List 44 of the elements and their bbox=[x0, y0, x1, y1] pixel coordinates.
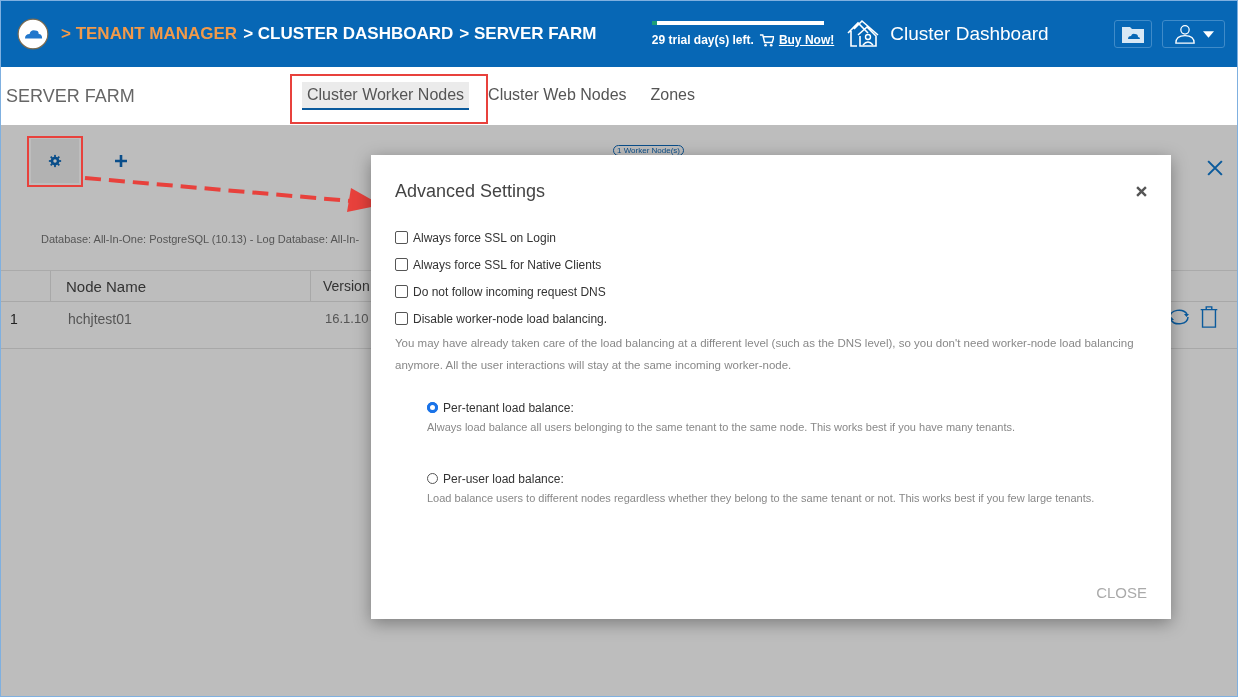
plus-icon bbox=[114, 154, 128, 168]
row-number: 1 bbox=[9, 310, 19, 327]
tab[interactable]: Zones bbox=[645, 82, 700, 110]
option-label: Per-user load balance: bbox=[443, 471, 564, 486]
dialog-title: Advanced Settings bbox=[395, 181, 546, 202]
radio-button[interactable] bbox=[427, 402, 438, 413]
checkbox[interactable] bbox=[395, 312, 408, 325]
buy-now-link[interactable]: Buy Now! bbox=[778, 33, 835, 47]
checkbox[interactable] bbox=[395, 231, 408, 244]
option-label: Always force SSL for Native Clients bbox=[413, 257, 602, 272]
cart-icon bbox=[758, 32, 774, 48]
option-label: Always force SSL on Login bbox=[413, 230, 556, 245]
checkbox[interactable] bbox=[395, 285, 408, 298]
option-description: Load balance users to different nodes regardless whether they belong to the same tenant or not. This works best if you few large tenants. bbox=[427, 492, 1096, 504]
option-description: Always load balance all users belonging to the same tenant to the same node. This works best if you have many tenants. bbox=[427, 421, 1017, 433]
table-cell-text: 16.1.10 bbox=[324, 310, 369, 326]
cloud-folder-button[interactable] bbox=[1114, 20, 1152, 48]
tab[interactable]: Cluster Web Nodes bbox=[483, 82, 632, 110]
option-label: Disable worker-node load balancing. bbox=[413, 311, 608, 326]
highlight-frame bbox=[27, 136, 83, 187]
cloud-logo-icon[interactable] bbox=[17, 18, 49, 50]
app-title: Cluster Dashboard bbox=[890, 23, 1049, 45]
table-cell-text: hchjtest01 bbox=[67, 310, 133, 327]
caret-icon bbox=[1203, 30, 1214, 38]
houses-icon bbox=[846, 19, 881, 49]
settings-icon bbox=[48, 154, 62, 168]
column-header: Node Name bbox=[50, 271, 310, 301]
trial-days-text: 29 trial day(s) left. bbox=[651, 33, 754, 47]
folder-cloud-icon bbox=[1121, 24, 1145, 44]
tab[interactable]: Cluster Worker Nodes bbox=[302, 82, 470, 110]
checkbox[interactable] bbox=[395, 258, 408, 271]
database-info-text: Database: All-In-One: PostgreSQL (10.13) - Log Database: All-In- bbox=[41, 233, 360, 245]
user-menu-button[interactable] bbox=[1162, 20, 1225, 48]
close-icon[interactable] bbox=[1136, 186, 1147, 197]
close-icon[interactable] bbox=[1207, 160, 1223, 176]
page-title: SERVER FARM bbox=[6, 85, 136, 107]
option-label: Do not follow incoming request DNS bbox=[413, 284, 606, 299]
settings-button[interactable] bbox=[31, 139, 79, 183]
column-header: Version bbox=[310, 271, 370, 301]
breadcrumb-item: > SERVER FARM bbox=[459, 24, 597, 44]
breadcrumb-item: > CLUSTER DASHBOARD bbox=[243, 24, 454, 44]
option-label: Per-tenant load balance: bbox=[443, 400, 574, 415]
note-text: You may have already taken care of the load balancing at a different level (such as the DNS level), so you don't need worker-node load balancing anymore. All the user interactions will stay at the same incoming worker-node. bbox=[395, 336, 1135, 373]
user-icon bbox=[1173, 24, 1197, 44]
